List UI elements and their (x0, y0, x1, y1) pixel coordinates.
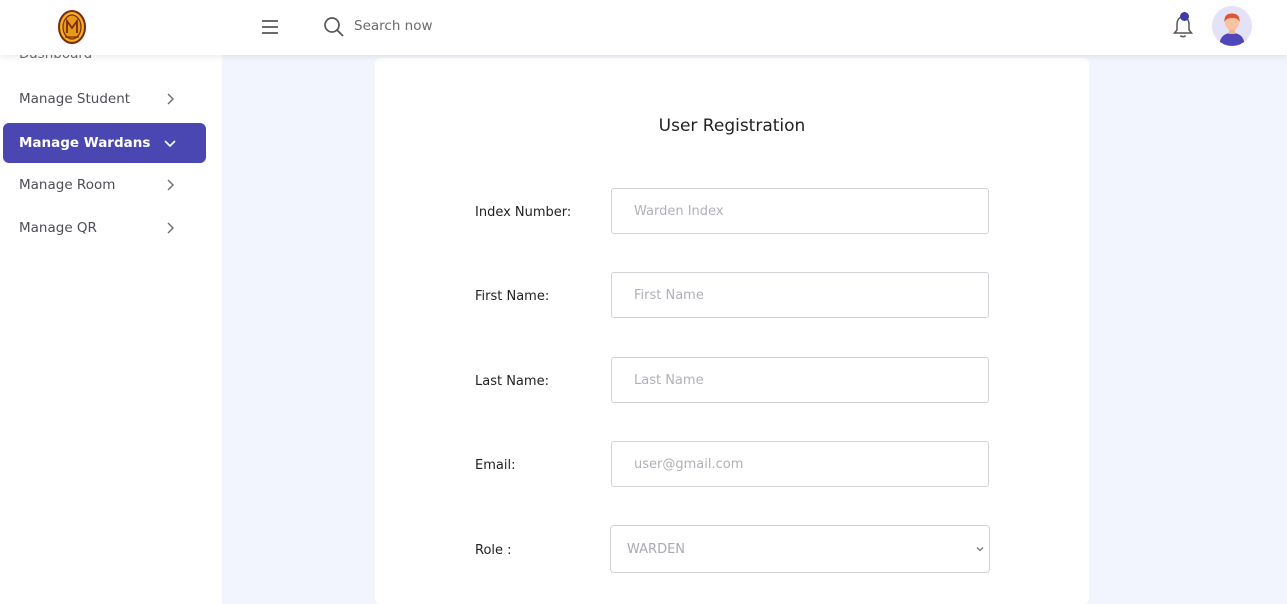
index-number-label: Index Number: (475, 205, 572, 220)
user-avatar[interactable] (1212, 6, 1252, 46)
hamburger-icon (262, 20, 278, 34)
email-label: Email: (475, 458, 516, 473)
sidebar-item-label: Manage Student (19, 91, 131, 107)
sidebar-item-manage-wardans[interactable]: Manage Wardans (3, 123, 206, 163)
search-icon (324, 17, 344, 37)
sidebar-item-label: Manage QR (19, 220, 97, 236)
first-name-field[interactable] (611, 272, 989, 318)
search-input[interactable] (354, 14, 614, 38)
chevron-right-icon (167, 179, 174, 191)
sidebar: Dashboard Manage Student Manage Wardans … (0, 0, 222, 604)
avatar-illustration (1212, 6, 1252, 46)
top-header (0, 0, 1287, 55)
role-selected-value: WARDEN (627, 541, 686, 557)
first-name-label: First Name: (475, 289, 550, 304)
sidebar-item-label: Manage Room (19, 177, 116, 193)
role-label: Role : (475, 543, 512, 558)
sidebar-item-label: Manage Wardans (19, 135, 151, 151)
chevron-right-icon (167, 93, 174, 105)
sidebar-item-manage-qr[interactable]: Manage QR (3, 208, 206, 248)
last-name-field[interactable] (611, 357, 989, 403)
chevron-down-icon (976, 547, 984, 552)
email-field[interactable] (611, 441, 989, 487)
sidebar-item-manage-student[interactable]: Manage Student (3, 79, 206, 119)
last-name-label: Last Name: (475, 374, 549, 389)
chevron-right-icon (167, 222, 174, 234)
chevron-down-icon (164, 140, 176, 148)
registration-card: User Registration Index Number: First Na… (375, 58, 1089, 604)
form-title: User Registration (658, 116, 806, 136)
role-select[interactable]: WARDEN (610, 525, 990, 573)
notification-dot (1180, 12, 1189, 21)
sidebar-item-manage-room[interactable]: Manage Room (3, 165, 206, 205)
index-number-field[interactable] (611, 188, 989, 234)
menu-toggle-button[interactable] (258, 16, 282, 38)
university-logo[interactable] (57, 9, 87, 45)
